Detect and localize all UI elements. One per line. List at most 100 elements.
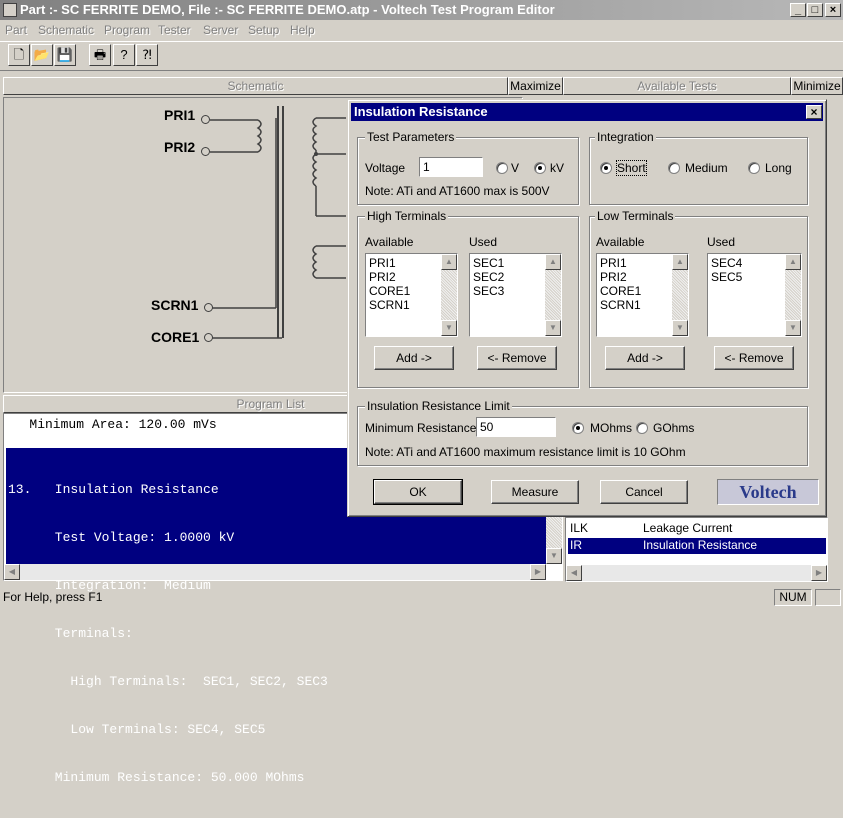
program-line: High Terminals: SEC1, SEC2, SEC3	[8, 674, 328, 689]
app-icon[interactable]	[3, 3, 17, 17]
menu-server[interactable]: Server	[203, 21, 238, 39]
open-folder-icon[interactable]: 📂	[31, 44, 53, 66]
mohms-label: MOhms	[590, 421, 632, 435]
unit-kv-radio[interactable]	[534, 162, 546, 174]
unit-kv-label: kV	[550, 161, 565, 175]
integration-short-label: Short	[616, 160, 647, 176]
low-available-list[interactable]: PRI1 PRI2 CORE1 SCRN1 ▲ ▼	[596, 253, 689, 337]
scroll-left-icon[interactable]: ◀	[4, 564, 20, 580]
scroll-down-icon[interactable]: ▼	[785, 320, 801, 336]
context-help-icon[interactable]: ⁈	[136, 44, 158, 66]
available-tests-list[interactable]: ILK Leakage Current IR Insulation Resist…	[565, 517, 828, 582]
integration-label: Integration	[595, 130, 656, 144]
program-line: Test Voltage: 1.0000 kV	[8, 530, 235, 545]
integration-medium-radio[interactable]	[668, 162, 680, 174]
unit-v-radio[interactable]	[496, 162, 508, 174]
menu-schematic[interactable]: Schematic	[38, 21, 94, 39]
menu-tester[interactable]: Tester	[158, 21, 191, 39]
mohms-radio[interactable]	[572, 422, 584, 434]
menu-part[interactable]: Part	[5, 21, 27, 39]
program-line: Minimum Resistance: 50.000 MOhms	[8, 770, 305, 785]
low-terminals-label: Low Terminals	[595, 209, 676, 223]
high-used-label: Used	[469, 235, 498, 249]
window-titlebar: Part :- SC FERRITE DEMO, File :- SC FERR…	[0, 0, 843, 20]
available-tests-header: Available Tests	[563, 77, 791, 95]
integration-long-label: Long	[765, 161, 792, 175]
scroll-down-icon[interactable]: ▼	[672, 320, 688, 336]
low-used-list[interactable]: SEC4 SEC5 ▲ ▼	[707, 253, 802, 337]
pin-label-pri2: PRI2	[164, 139, 196, 155]
scroll-down-icon[interactable]: ▼	[441, 320, 457, 336]
save-icon[interactable]: 💾	[54, 44, 76, 66]
minimize-window-button[interactable]: _	[790, 3, 806, 17]
resistance-limit-note: Note: ATi and AT1600 maximum resistance …	[365, 445, 686, 459]
menu-program[interactable]: Program	[104, 21, 150, 39]
voltech-logo: Voltech	[717, 479, 819, 505]
program-list-hscroll[interactable]	[4, 564, 546, 580]
measure-button[interactable]: Measure	[491, 480, 579, 504]
cancel-button[interactable]: Cancel	[600, 480, 688, 504]
tests-hscroll[interactable]	[566, 565, 827, 581]
integration-medium-label: Medium	[685, 161, 728, 175]
voltage-input[interactable]: 1	[419, 157, 483, 177]
test-code: ILK	[570, 521, 589, 535]
scroll-left-icon[interactable]: ◀	[566, 565, 582, 581]
unit-v-label: V	[511, 161, 520, 175]
menu-help[interactable]: Help	[290, 21, 315, 39]
high-add-button[interactable]: Add ->	[374, 346, 454, 370]
menu-setup[interactable]: Setup	[248, 21, 279, 39]
dialog-close-icon[interactable]: ×	[806, 105, 822, 119]
close-window-button[interactable]: ×	[825, 3, 841, 17]
print-icon[interactable]: 🖶	[89, 44, 111, 66]
low-used-label: Used	[707, 235, 736, 249]
scroll-up-icon[interactable]: ▲	[785, 254, 801, 270]
high-used-list[interactable]: SEC1 SEC2 SEC3 ▲ ▼	[469, 253, 562, 337]
integration-long-radio[interactable]	[748, 162, 760, 174]
scroll-up-icon[interactable]: ▲	[672, 254, 688, 270]
status-text: For Help, press F1	[3, 590, 103, 604]
low-add-button[interactable]: Add ->	[605, 346, 685, 370]
insulation-resistance-dialog: Insulation Resistance × Test Parameters …	[347, 99, 827, 517]
scroll-down-icon[interactable]: ▼	[546, 548, 562, 564]
resistance-limit-label: Insulation Resistance Limit	[365, 399, 512, 413]
minimize-tests-button[interactable]: Minimize	[791, 77, 843, 95]
high-remove-button[interactable]: <- Remove	[477, 346, 557, 370]
scroll-up-icon[interactable]: ▲	[441, 254, 457, 270]
gohms-label: GOhms	[653, 421, 695, 435]
scroll-down-icon[interactable]: ▼	[545, 320, 561, 336]
pin-label-scrn1: SCRN1	[151, 297, 199, 313]
tests-vscroll[interactable]	[828, 97, 843, 582]
pin-pri2[interactable]	[201, 147, 210, 156]
pin-scrn1[interactable]	[204, 303, 213, 312]
minimum-resistance-input[interactable]: 50	[476, 417, 556, 437]
test-item-ir[interactable]: IR Insulation Resistance	[568, 538, 826, 554]
program-line: Terminals:	[8, 626, 133, 641]
pin-label-pri1: PRI1	[164, 107, 196, 123]
scroll-right-icon[interactable]: ▶	[530, 564, 546, 580]
minimum-resistance-label: Minimum Resistance	[365, 421, 477, 435]
num-lock-indicator: NUM	[774, 589, 812, 606]
low-remove-button[interactable]: <- Remove	[714, 346, 794, 370]
high-available-list[interactable]: PRI1 PRI2 CORE1 SCRN1 ▲ ▼	[365, 253, 458, 337]
ok-button[interactable]: OK	[373, 479, 463, 505]
window-title: Part :- SC FERRITE DEMO, File :- SC FERR…	[20, 2, 555, 17]
high-terminals-label: High Terminals	[365, 209, 449, 223]
pin-core1[interactable]	[204, 333, 213, 342]
dialog-titlebar: Insulation Resistance	[351, 103, 823, 121]
test-item-ilk[interactable]: ILK Leakage Current	[568, 521, 826, 537]
test-code: IR	[570, 538, 582, 552]
maximize-window-button[interactable]: □	[807, 3, 823, 17]
program-line: Low Terminals: SEC4, SEC5	[8, 722, 266, 737]
maximize-schematic-button[interactable]: Maximize	[508, 77, 563, 95]
scroll-right-icon[interactable]: ▶	[811, 565, 827, 581]
new-file-icon[interactable]: 🗋	[8, 44, 30, 66]
help-icon[interactable]: ?	[113, 44, 135, 66]
schematic-panel-header: Schematic	[3, 77, 508, 95]
gohms-radio[interactable]	[636, 422, 648, 434]
scroll-up-icon[interactable]: ▲	[545, 254, 561, 270]
integration-short-radio[interactable]	[600, 162, 612, 174]
status-pane	[815, 589, 841, 606]
voltage-label: Voltage	[365, 161, 406, 175]
test-parameters-label: Test Parameters	[365, 130, 457, 144]
pin-pri1[interactable]	[201, 115, 210, 124]
